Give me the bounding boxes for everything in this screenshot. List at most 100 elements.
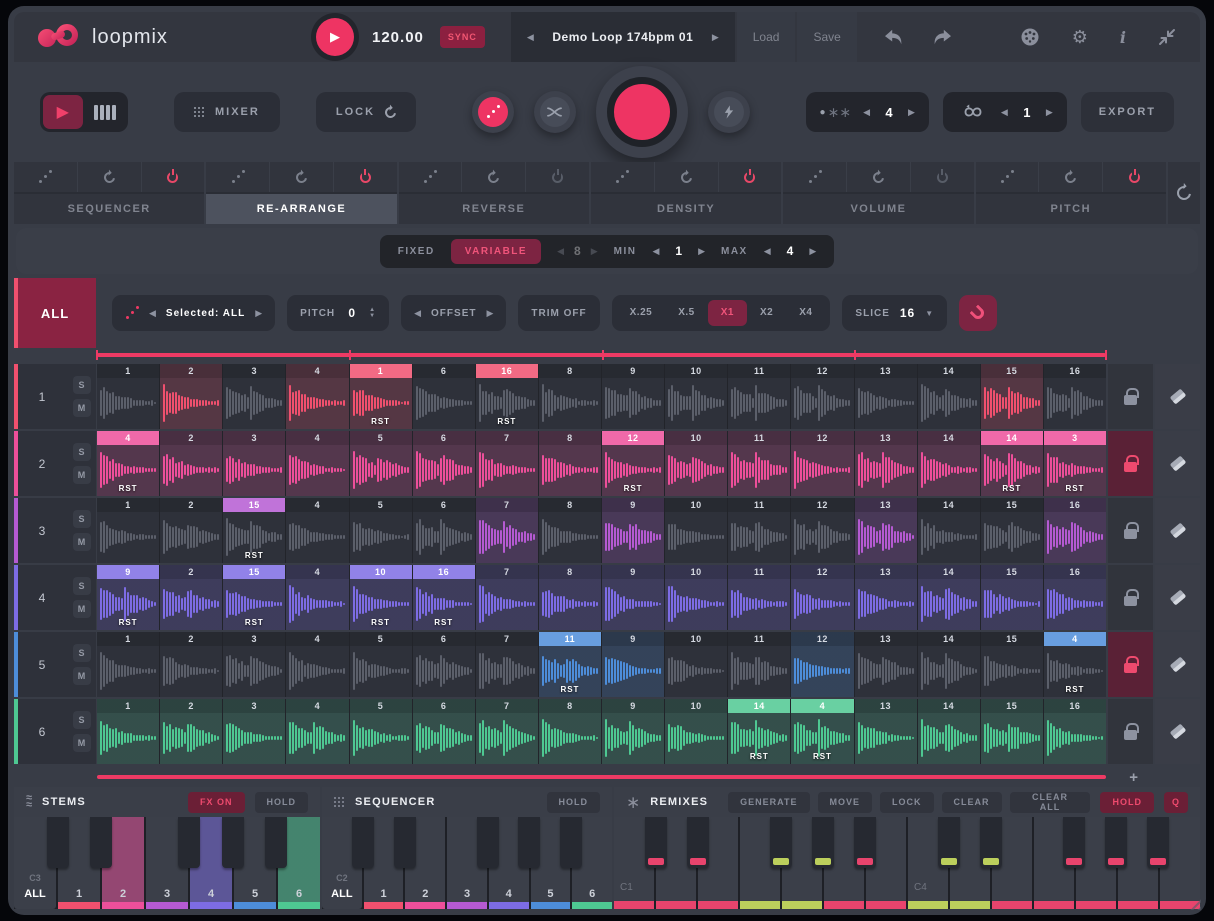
randomize-selected-icon[interactable] — [125, 306, 139, 320]
tab-refresh-cell[interactable] — [462, 162, 526, 192]
step-cell[interactable]: 10 — [665, 565, 727, 630]
step-cell[interactable]: 9 — [602, 364, 664, 429]
undo-icon[interactable] — [883, 28, 905, 46]
tab-refresh-cell[interactable] — [270, 162, 334, 192]
tab-refresh-cell[interactable] — [847, 162, 911, 192]
step-cell[interactable]: 15 — [981, 364, 1043, 429]
step-cell[interactable]: 15 — [981, 632, 1043, 697]
row-erase-cell[interactable] — [1155, 565, 1200, 630]
sequencer-hold-button[interactable]: HOLD — [547, 792, 601, 813]
midi-icon[interactable] — [1020, 27, 1040, 47]
step-cell[interactable]: 13 — [855, 364, 917, 429]
step-cell[interactable]: 12 — [791, 431, 853, 496]
main-trigger-knob[interactable] — [596, 66, 688, 158]
tab-power-cell[interactable] — [1103, 162, 1166, 192]
step-cell[interactable]: 4 — [286, 364, 348, 429]
step-cell[interactable]: 6 — [413, 364, 475, 429]
min-next-arrow-icon[interactable]: ▶ — [698, 246, 705, 257]
mute-button[interactable]: M — [73, 667, 91, 685]
preset-prev-arrow-icon[interactable]: ◀ — [527, 32, 534, 43]
step-cell[interactable]: 16RST — [413, 565, 475, 630]
tab-randomize-cell[interactable] — [783, 162, 847, 192]
mute-button[interactable]: M — [73, 533, 91, 551]
step-cell[interactable]: 1 — [97, 364, 159, 429]
step-cell[interactable]: 10 — [665, 364, 727, 429]
step-cell[interactable]: 11RST — [539, 632, 601, 697]
tab-volume[interactable]: VOLUME — [783, 162, 973, 224]
tab-randomize-cell[interactable] — [14, 162, 78, 192]
pattern-next-arrow-icon[interactable]: ▶ — [908, 107, 915, 118]
step-cell[interactable]: 15 — [981, 699, 1043, 764]
step-cell[interactable]: 14 — [918, 632, 980, 697]
bottom-timeline-bar[interactable] — [97, 775, 1106, 779]
step-cell[interactable]: 12RST — [602, 431, 664, 496]
slice-chip[interactable]: SLICE 16 ▼ — [842, 295, 947, 331]
step-cell[interactable]: 15 — [981, 498, 1043, 563]
row-lock-cell[interactable] — [1108, 431, 1153, 496]
step-cell[interactable]: 12 — [791, 632, 853, 697]
step-cell[interactable]: 3 — [223, 632, 285, 697]
step-cell[interactable]: 7 — [476, 498, 538, 563]
play-button[interactable]: ▶ — [316, 18, 354, 56]
row-lock-cell[interactable] — [1108, 699, 1153, 764]
settings-gear-icon[interactable]: ⚙ — [1072, 28, 1088, 46]
solo-button[interactable]: S — [73, 376, 91, 394]
step-cell[interactable]: 9 — [602, 498, 664, 563]
step-cell[interactable]: 2 — [160, 699, 222, 764]
step-cell[interactable]: 7 — [476, 431, 538, 496]
step-cell[interactable]: 5 — [350, 498, 412, 563]
generate-button[interactable]: GENERATE — [728, 792, 809, 813]
multiplier-x_25[interactable]: X.25 — [617, 300, 666, 326]
step-cell[interactable]: 10 — [665, 498, 727, 563]
step-cell[interactable]: 10 — [665, 632, 727, 697]
randomize-knob[interactable] — [472, 91, 514, 133]
step-cell[interactable]: 2 — [160, 498, 222, 563]
tab-randomize-cell[interactable] — [591, 162, 655, 192]
step-cell[interactable]: 13 — [855, 565, 917, 630]
row-erase-cell[interactable] — [1155, 364, 1200, 429]
step-cell[interactable]: 1 — [97, 498, 159, 563]
step-cell[interactable]: 2 — [160, 632, 222, 697]
remix-black-key[interactable] — [980, 817, 1002, 868]
redo-icon[interactable] — [931, 28, 953, 46]
black-key[interactable] — [222, 817, 244, 868]
step-cell[interactable]: 15RST — [223, 565, 285, 630]
bpm-value[interactable]: 120.00 — [372, 29, 424, 46]
solo-button[interactable]: S — [73, 644, 91, 662]
tab-refresh-cell[interactable] — [1039, 162, 1103, 192]
step-cell[interactable]: 11 — [728, 498, 790, 563]
variable-button[interactable]: VARIABLE — [451, 239, 541, 264]
black-key[interactable] — [265, 817, 287, 868]
move-button[interactable]: MOVE — [818, 792, 873, 813]
step-cell[interactable]: 1 — [97, 632, 159, 697]
step-cell[interactable]: 13 — [855, 431, 917, 496]
step-cell[interactable]: 9RST — [97, 565, 159, 630]
step-cell[interactable]: 10 — [665, 431, 727, 496]
play-mode-button[interactable]: ▶ — [43, 95, 83, 129]
step-cell[interactable]: 10 — [665, 699, 727, 764]
tabs-refresh-cell[interactable] — [1168, 162, 1200, 224]
step-cell[interactable]: 4 — [286, 498, 348, 563]
step-cell[interactable]: 1RST — [350, 364, 412, 429]
max-prev-arrow-icon[interactable]: ◀ — [764, 246, 771, 257]
remix-black-key[interactable] — [854, 817, 876, 868]
tab-power-cell[interactable] — [911, 162, 974, 192]
step-cell[interactable]: 15RST — [223, 498, 285, 563]
tab-randomize-cell[interactable] — [399, 162, 463, 192]
quantize-button[interactable]: Q — [1164, 792, 1188, 813]
preset-next-arrow-icon[interactable]: ▶ — [712, 32, 719, 43]
step-cell[interactable]: 4 — [286, 565, 348, 630]
loop-next-arrow-icon[interactable]: ▶ — [1046, 107, 1053, 118]
tab-power-cell[interactable] — [719, 162, 782, 192]
step-cell[interactable]: 5 — [350, 431, 412, 496]
tab-refresh-cell[interactable] — [655, 162, 719, 192]
step-cell[interactable]: 8 — [539, 431, 601, 496]
load-button[interactable]: Load — [737, 12, 796, 62]
mixer-button[interactable]: MIXER — [174, 92, 280, 132]
step-cell[interactable]: 6 — [413, 431, 475, 496]
add-button[interactable]: + — [1129, 769, 1138, 786]
step-cell[interactable]: 12 — [791, 498, 853, 563]
all-tracks-button[interactable]: ALL — [14, 278, 96, 348]
step-cell[interactable]: 16RST — [476, 364, 538, 429]
selected-prev-arrow-icon[interactable]: ◀ — [149, 308, 156, 319]
